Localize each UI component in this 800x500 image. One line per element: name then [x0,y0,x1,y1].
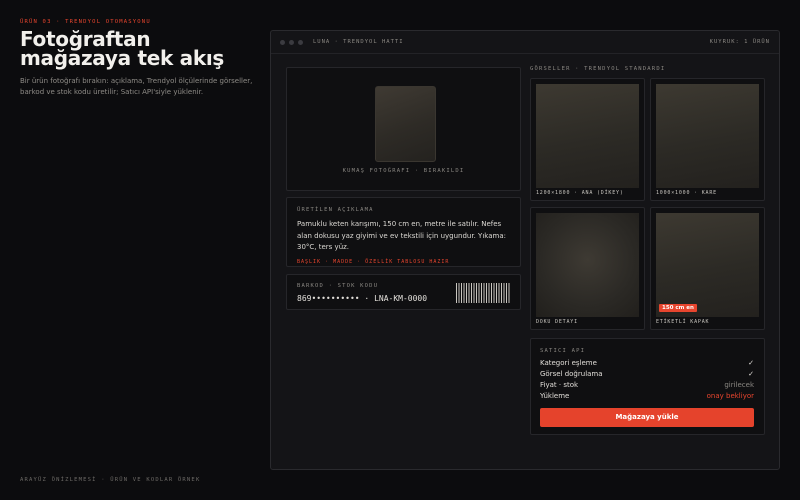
image-preview [656,84,759,188]
photo-dropzone[interactable]: KUMAŞ FOTOĞRAFI · BIRAKILDI [286,67,521,191]
footer-note: ARAYÜZ ÖNİZLEMESİ · ÜRÜN VE KODLAR ÖRNEK [20,477,201,483]
queue-status: KUYRUK: 1 ÜRÜN [709,39,770,45]
api-row-category: Kategori eşleme ✓ [540,359,754,370]
image-card-texture[interactable]: DOKU DETAYI [530,207,645,330]
description-label: ÜRETİLEN AÇIKLAMA [297,207,374,213]
window-title: LUNA · TRENDYOL HATTI [313,39,404,45]
api-row-price-stock: Fiyat · stok girilecek [540,381,754,392]
fabric-photo-thumbnail [375,86,436,162]
hero-title: Fotoğraftan mağazaya tek akış [20,27,225,70]
image-card-labeled-cover[interactable]: 150 cm en ETİKETLİ KAPAK [650,207,765,330]
image-preview [536,213,639,317]
api-row-upload: Yükleme onay bekliyor [540,392,754,403]
api-row-image-validation: Görsel doğrulama ✓ [540,370,754,381]
window-dot-minimize-icon[interactable] [289,40,294,45]
window-dot-maximize-icon[interactable] [298,40,303,45]
api-label: SATICI API [540,348,586,354]
api-row-status: onay bekliyor [706,392,754,400]
barcode-panel: BARKOD · STOK KODU 869•••••••••• · LNA-K… [286,274,521,310]
api-row-status: girilecek [724,381,754,389]
upload-to-store-button[interactable]: Mağazaya yükle [540,408,754,427]
description-text: Pamuklu keten karışımı, 150 cm en, metre… [297,220,506,251]
api-row-label: Fiyat · stok [540,381,579,389]
width-badge: 150 cm en [659,304,697,312]
check-icon: ✓ [748,359,754,367]
api-row-label: Yükleme [540,392,570,400]
window-dot-close-icon[interactable] [280,40,285,45]
description-tags: BAŞLIK · MADDE · ÖZELLİK TABLOSU HAZIR [297,258,450,265]
barcode-icon [456,283,510,303]
api-row-label: Kategori eşleme [540,359,597,367]
hero-subtitle: Bir ürün fotoğrafı bırakın: açıklama, Tr… [20,77,253,96]
images-label: GÖRSELLER · TRENDYOL STANDARDI [530,66,666,72]
check-icon: ✓ [748,370,754,378]
api-row-label: Görsel doğrulama [540,370,603,378]
image-preview [536,84,639,188]
seller-api-panel: SATICI API Kategori eşleme ✓ Görsel doğr… [530,338,765,435]
window-titlebar: LUNA · TRENDYOL HATTI KUYRUK: 1 ÜRÜN [271,31,779,54]
image-caption: DOKU DETAYI [536,319,578,325]
eyebrow-label: ÜRÜN 03 · TRENDYOL OTOMASYONU [20,19,151,25]
image-card-main[interactable]: 1200×1800 · ANA (DİKEY) [530,78,645,201]
app-window: LUNA · TRENDYOL HATTI KUYRUK: 1 ÜRÜN KUM… [270,30,780,470]
image-preview [656,213,759,317]
image-card-square[interactable]: 1000×1000 · KARE [650,78,765,201]
image-caption: 1200×1800 · ANA (DİKEY) [536,190,624,196]
photo-caption: KUMAŞ FOTOĞRAFI · BIRAKILDI [342,168,465,174]
image-caption: 1000×1000 · KARE [656,190,717,196]
description-panel: ÜRETİLEN AÇIKLAMA Pamuklu keten karışımı… [286,197,521,267]
image-caption: ETİKETLİ KAPAK [656,319,710,325]
